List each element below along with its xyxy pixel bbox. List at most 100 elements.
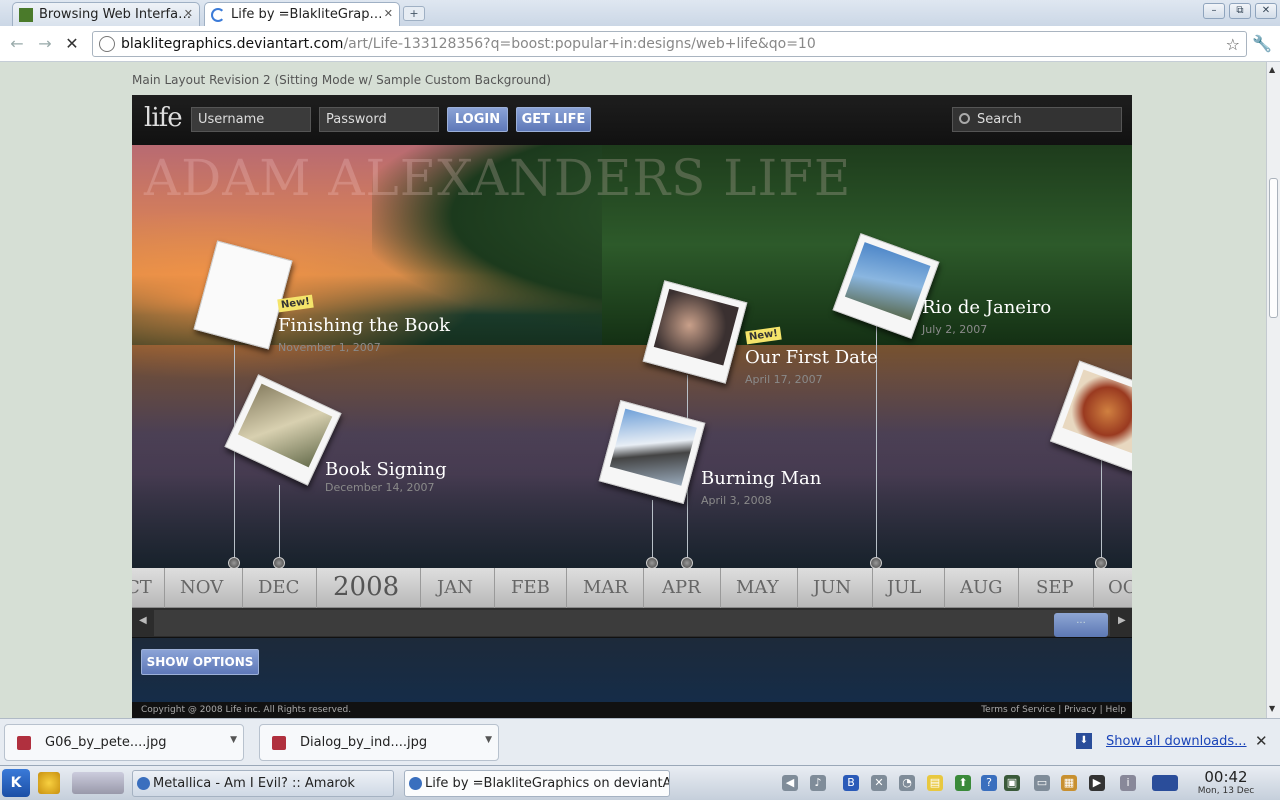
system-clock[interactable]: 00:42 Mon, 13 Dec — [1186, 768, 1266, 796]
bluetooth-icon[interactable]: B — [843, 775, 859, 791]
username-field[interactable]: Username — [191, 107, 311, 132]
tab-close-icon[interactable]: ✕ — [184, 7, 193, 20]
download-filename: Dialog_by_ind....jpg — [300, 735, 428, 750]
timeline-pin[interactable] — [273, 557, 285, 568]
scroll-track[interactable]: ··· — [154, 610, 1110, 637]
download-item[interactable]: Dialog_by_ind....jpg ▼ — [259, 724, 499, 761]
minimize-button[interactable]: – — [1203, 3, 1225, 19]
page-caption: Main Layout Revision 2 (Sitting Mode w/ … — [132, 73, 551, 87]
tab-close-icon[interactable]: ✕ — [384, 7, 393, 20]
event-title[interactable]: Rio de Janeiro — [922, 297, 1051, 318]
task-browser[interactable]: Life by =BlakliteGraphics on deviantART — [404, 770, 670, 797]
clock-time: 00:42 — [1204, 768, 1248, 786]
event-title[interactable]: Our First Date — [745, 347, 878, 368]
new-tab-button[interactable]: + — [403, 6, 425, 21]
url-path: /art/Life-133128356?q=boost:popular+in:d… — [343, 36, 816, 52]
event-date: April 17, 2007 — [745, 373, 823, 386]
month-label[interactable]: SEP — [1036, 577, 1074, 598]
task-label: Metallica - Am I Evil? :: Amarok — [153, 776, 355, 791]
event-date: April 3, 2008 — [701, 494, 772, 507]
month-label[interactable]: APR — [662, 577, 701, 598]
month-label[interactable]: MAY — [736, 577, 779, 598]
scroll-right-arrow-icon[interactable]: ▶ — [1118, 615, 1126, 626]
clock-tool-icon[interactable]: ◔ — [899, 775, 915, 791]
monitor-icon[interactable]: ▣ — [1004, 775, 1020, 791]
timeline-pin[interactable] — [870, 557, 882, 568]
kde-taskbar: K Metallica - Am I Evil? :: Amarok Life … — [0, 765, 1280, 800]
update-icon[interactable]: ⬆ — [955, 775, 971, 791]
tab-label: Life by =BlakliteGrap… — [231, 7, 383, 22]
search-field[interactable]: Search — [952, 107, 1122, 132]
scroll-up-arrow-icon[interactable]: ▲ — [1269, 65, 1275, 74]
timeline-pin[interactable] — [681, 557, 693, 568]
event-title[interactable]: Burning Man — [701, 468, 821, 489]
info-icon[interactable]: i — [1120, 775, 1136, 791]
month-label[interactable]: FEB — [511, 577, 550, 598]
clock-date: Mon, 13 Dec — [1197, 786, 1255, 796]
event-connector — [652, 500, 653, 563]
footer-links[interactable]: Terms of Service | Privacy | Help — [981, 702, 1126, 718]
back-button[interactable]: ← — [7, 34, 27, 54]
close-window-button[interactable]: ✕ — [1255, 3, 1277, 19]
month-label[interactable]: MAR — [583, 577, 628, 598]
scroll-left-arrow-icon[interactable]: ◀ — [139, 615, 147, 626]
favicon-icon — [19, 7, 33, 22]
close-downloads-icon[interactable]: ✕ — [1255, 732, 1268, 750]
show-all-downloads-link[interactable]: Show all downloads... — [1106, 734, 1247, 749]
month-label[interactable]: DEC — [258, 577, 299, 598]
network-icon[interactable]: ✕ — [871, 775, 887, 791]
footer: Copyright @ 2008 Life inc. All Rights re… — [132, 702, 1132, 718]
month-label[interactable]: NOV — [180, 577, 223, 598]
pager-icon[interactable] — [72, 772, 124, 794]
desktop-icon[interactable] — [1152, 775, 1178, 791]
volume-icon[interactable]: ♪ — [810, 775, 826, 791]
scrollbar-thumb[interactable] — [1269, 178, 1278, 318]
download-item[interactable]: G06_by_pete....jpg ▼ — [4, 724, 244, 761]
loading-spinner-icon — [211, 7, 225, 22]
package-icon[interactable]: ▦ — [1061, 775, 1077, 791]
forward-button[interactable]: → — [35, 34, 55, 54]
lower-panel — [132, 638, 1132, 702]
month-label[interactable]: AUG — [960, 577, 1003, 598]
page-scrollbar[interactable]: ▲ ▼ — [1266, 62, 1280, 718]
wrench-icon[interactable]: 🔧 — [1252, 34, 1272, 53]
event-date: December 14, 2007 — [325, 481, 435, 494]
event-title[interactable]: Book Signing — [325, 459, 447, 480]
chevron-down-icon[interactable]: ▼ — [230, 735, 237, 745]
address-bar[interactable]: blaklitegraphics.deviantart.com /art/Lif… — [92, 31, 1247, 57]
stop-button[interactable]: ✕ — [62, 34, 82, 54]
month-label[interactable]: JAN — [437, 577, 473, 598]
chevron-down-icon[interactable]: ▼ — [485, 735, 492, 745]
clipboard-icon[interactable]: ▤ — [927, 775, 943, 791]
show-options-button[interactable]: SHOW OPTIONS — [141, 649, 259, 675]
k-menu-icon[interactable]: K — [2, 769, 30, 797]
login-button[interactable]: LOGIN — [447, 107, 508, 132]
get-life-button[interactable]: GET LIFE — [516, 107, 591, 132]
month-label[interactable]: OC — [1108, 577, 1132, 598]
scroll-knob[interactable]: ··· — [1054, 613, 1108, 637]
password-field[interactable]: Password — [319, 107, 439, 132]
timeline-pin[interactable] — [1095, 557, 1107, 568]
help-icon[interactable]: ? — [981, 775, 997, 791]
month-label[interactable]: JUL — [887, 577, 921, 598]
timeline-scrollbar[interactable]: ◀ ··· ▶ — [132, 608, 1132, 638]
event-date: July 2, 2007 — [922, 323, 988, 336]
event-title[interactable]: Finishing the Book — [278, 315, 450, 336]
task-amarok[interactable]: Metallica - Am I Evil? :: Amarok — [132, 770, 394, 797]
month-label[interactable]: JUN — [813, 577, 851, 598]
storage-icon[interactable]: ▭ — [1034, 775, 1050, 791]
timeline-pin[interactable] — [228, 557, 240, 568]
year-label: 2008 — [333, 572, 400, 602]
media-play-icon[interactable]: ▶ — [1089, 775, 1105, 791]
timeline-pin[interactable] — [646, 557, 658, 568]
star-icon[interactable] — [38, 772, 60, 794]
month-label[interactable]: CT — [132, 577, 152, 598]
life-logo: life — [144, 103, 183, 133]
bookmark-star-icon[interactable]: ☆ — [1226, 35, 1240, 54]
scroll-down-arrow-icon[interactable]: ▼ — [1269, 704, 1275, 713]
search-placeholder: Search — [977, 112, 1022, 127]
tab-browsing-web[interactable]: Browsing Web Interfa… ✕ — [12, 2, 200, 26]
prev-icon[interactable]: ◀ — [782, 775, 798, 791]
restore-button[interactable]: ⧉ — [1229, 3, 1251, 19]
tab-life[interactable]: Life by =BlakliteGrap… ✕ — [204, 2, 400, 26]
